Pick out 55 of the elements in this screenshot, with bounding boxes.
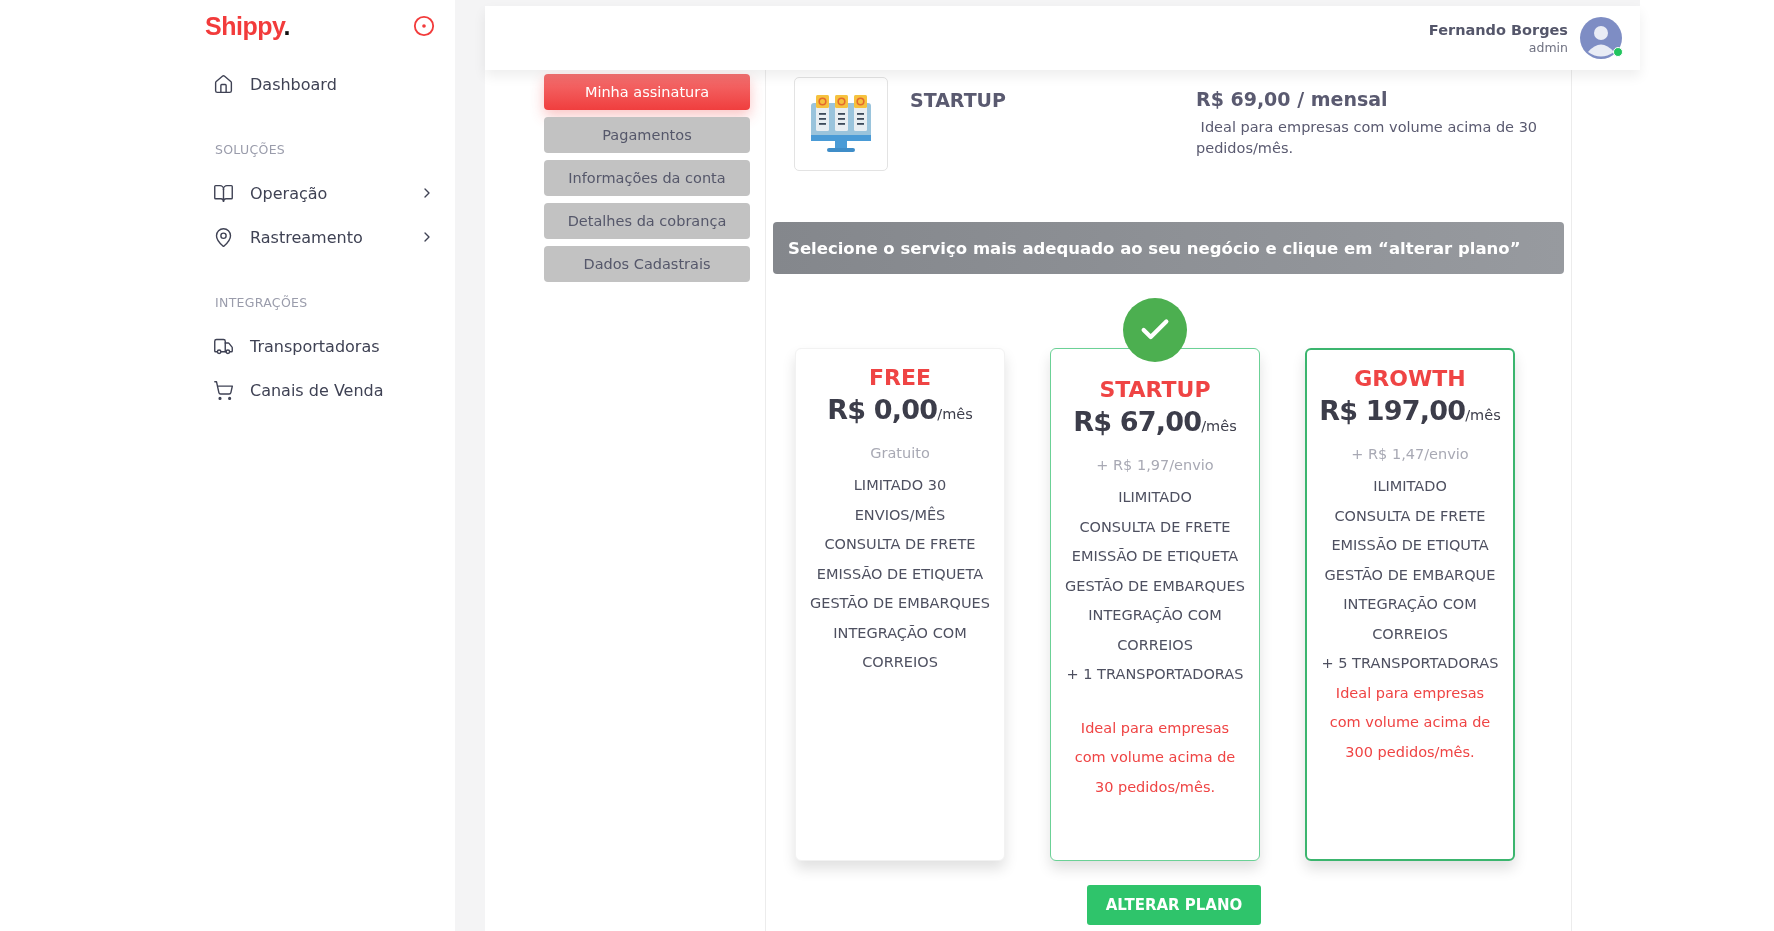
target-icon[interactable] [413,15,435,37]
plan-feature: INTEGRAÇÃO COM CORREIOS [1087,606,1223,655]
nav-item[interactable]: Transportadoras [205,324,435,368]
submenu-button[interactable]: Detalhes da cobrança [544,203,750,239]
plan-note: Ideal para empresas com volume acima de 30 pedidos/mês. [1073,718,1237,797]
plan-price: R$ 197,00/mês [1319,395,1501,426]
plan-card[interactable]: FREE R$ 0,00/mês Gratuito LIMITADO 30 ENVIOS/MÊS CONSULTA DE FRETE EMISSÃO DE ETIQUETA GESTÃO DE EMBARQUES INTEGRAÇÃO COM CORREIOS [795,348,1005,861]
plan-fee: Gratuito [870,445,930,461]
plan-feature: GESTÃO DE EMBARQUE [1324,565,1496,585]
plan-feature: INTEGRAÇÃO COM CORREIOS [832,623,968,672]
nav-item[interactable]: Canais de Venda [205,368,435,412]
plan-feature: INTEGRAÇÃO COM CORREIOS [1342,595,1478,644]
plan-feature: LIMITADO 30 ENVIOS/MÊS [852,476,948,525]
plan-feature: EMISSÃO DE ETIQUTA [1331,536,1489,555]
plan-fee: + R$ 1,97/envio [1096,457,1214,473]
avatar[interactable] [1580,17,1622,59]
plan-feature: EMISSÃO DE ETIQUETA [1071,547,1239,566]
logo[interactable]: Shippy. [205,11,290,41]
book-icon [213,182,234,204]
submenu-button[interactable]: Pagamentos [544,117,750,153]
plan-feature: + 5 TRANSPORTADORAS [1321,654,1499,673]
info-banner: Selecione o serviço mais adequado ao seu negócio e clique em “alterar plano” [773,222,1564,274]
nav-item[interactable]: Rastreamento [205,215,435,259]
plan-title: STARTUP [1099,377,1211,402]
plan-feature: EMISSÃO DE ETIQUETA [816,564,984,584]
plan-feature: ILIMITADO [1118,488,1192,507]
plan-feature: + 1 TRANSPORTADORAS [1066,665,1244,684]
plan-feature: CONSULTA DE FRETE [1079,517,1231,537]
plan-feature: GESTÃO DE EMBARQUES [810,594,990,613]
plan-fee: + R$ 1,47/envio [1351,446,1469,462]
cart-icon [213,379,234,401]
submenu-button[interactable]: Informações da conta [544,160,750,196]
submenu-button[interactable]: Dados Cadastrais [544,246,750,282]
plan-note: Ideal para empresas com volume acima de 300 pedidos/mês. [1328,683,1492,762]
plan-description: Ideal para empresas com volume acima de 30 pedidos/mês. [1196,118,1539,158]
user-name: Fernando Borges [1428,21,1568,38]
plan-price: R$ 69,00 / mensal [1196,88,1389,110]
section-title: SOLUÇÕES [215,142,287,157]
plan-price: R$ 0,00/mês [827,394,973,425]
home-icon [213,73,234,95]
plan-card[interactable] [1050,348,1260,861]
nav-item[interactable]: Operação [205,171,435,215]
plan-title: GROWTH [1354,366,1466,391]
map-pin-icon [213,226,234,248]
user-role: admin [1528,39,1568,55]
plan-card[interactable] [1305,348,1515,861]
plan-feature: CONSULTA DE FRETE [824,535,976,554]
plan-feature: GESTÃO DE EMBARQUES [1065,576,1245,596]
nav-item[interactable]: Dashboard [205,62,435,106]
plan-name: STARTUP [910,89,1007,113]
plan-feature: ILIMITADO [1373,477,1447,496]
plan-price: R$ 67,00/mês [1073,406,1237,437]
section-title: INTEGRAÇÕES [215,295,309,310]
plan-title: FREE [869,365,931,390]
plan-feature: CONSULTA DE FRETE [1334,506,1486,526]
